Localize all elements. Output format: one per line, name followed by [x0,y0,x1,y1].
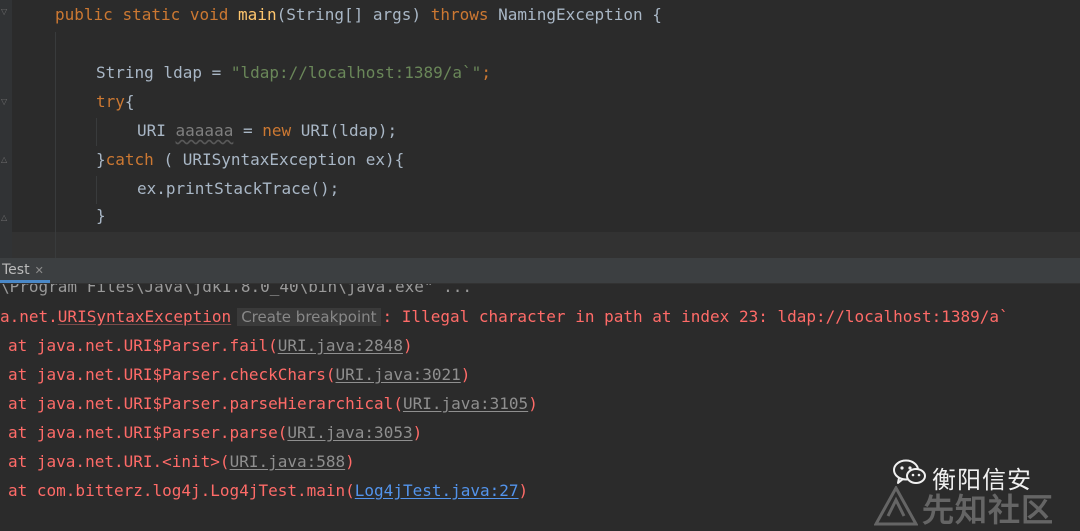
stack-trace-line: at java.net.URI$Parser.parseHierarchical… [8,393,538,415]
keyword-public: public [55,5,113,24]
brace: } [96,206,106,225]
source-link[interactable]: Log4jTest.java:27 [355,481,519,500]
method-params: (String[] args) [276,5,422,24]
fold-marker-icon[interactable]: △ [1,155,9,164]
stack-frame-text: at java.net.URI$Parser.parseHierarchical… [8,394,403,413]
keyword-void: void [189,5,229,24]
exception-prefix: a.net. [0,307,58,326]
console-exception-line: a.net.URISyntaxException Create breakpoin… [0,306,1009,328]
method-name: main [238,5,277,24]
keyword-try: try [96,92,125,111]
stack-trace-line: at java.net.URI$Parser.checkChars(URI.ja… [8,364,470,386]
unused-variable: aaaaaa [175,121,234,140]
indent-guide [96,176,97,204]
close-icon[interactable]: ✕ [35,264,44,277]
code-line-uri-new[interactable]: URI aaaaaa = new URI(ldap); [137,119,397,143]
assign: = [233,121,263,140]
paren: ) [518,481,529,500]
stack-frame-text: at java.net.URI.<init>( [8,452,230,471]
stack-trace-line: at java.net.URI.<init>(URI.java:588) [8,451,355,473]
paren: ) [402,336,413,355]
source-link[interactable]: URI.java:588 [230,452,346,471]
editor-gutter: ▽ ▽ △ △ [0,0,12,258]
keyword-throws: throws [430,5,489,24]
fold-marker-icon[interactable]: △ [1,213,9,222]
paren: ) [528,394,538,413]
source-link[interactable]: URI.java:3021 [336,365,461,384]
code-line-try[interactable]: try{ [96,90,135,114]
code-line-close-brace[interactable]: } [96,204,106,228]
exception-message: : Illegal character in path at index 23:… [382,307,1009,326]
paren: ) [345,452,355,471]
source-link[interactable]: URI.java:2848 [278,336,403,355]
brace: } [96,150,106,169]
code-line-method-signature[interactable]: public static void main(String[] args) t… [55,3,662,27]
stack-trace-line: at java.net.URI$Parser.fail(URI.java:284… [8,335,413,357]
constructor-call: URI(ldap); [291,121,398,140]
fold-marker-icon[interactable]: ▽ [1,7,9,16]
keyword-new: new [262,121,292,140]
source-link[interactable]: URI.java:3105 [403,394,528,413]
source-link[interactable]: URI.java:3053 [287,423,412,442]
watermark-site: 先知社区 [922,491,1055,529]
run-tab[interactable]: Test ✕ [0,258,50,283]
wechat-logo-icon [893,459,926,484]
stack-trace-line: at java.net.URI$Parser.parse(URI.java:30… [8,422,422,444]
stack-frame-text: at java.net.URI$Parser.checkChars( [8,365,336,384]
code-line-print-stack[interactable]: ex.printStackTrace(); [137,177,339,201]
paren: ) [412,423,423,442]
semicolon: ; [481,63,491,82]
stack-frame-text: at java.net.URI$Parser.parse( [8,423,288,442]
paren: ) [460,365,471,384]
code-line-catch[interactable]: }catch ( URISyntaxException ex){ [96,148,404,172]
string-declaration: String ldap = [96,63,231,82]
brace: { [124,92,135,111]
keyword-static: static [122,5,181,24]
run-console[interactable]: \Program Files\Java\jdk1.8.0_40\bin\java… [0,284,1080,526]
stack-frame-text: at java.net.URI$Parser.fail( [8,336,278,355]
current-line-highlight [12,232,1080,258]
indent-guide [96,118,97,146]
stack-trace-line: at com.bitterz.log4j.Log4jTest.main(Log4… [8,480,528,502]
run-tab-label: Test [2,262,30,278]
string-literal: "ldap://localhost:1389/a`" [230,63,482,82]
run-panel-header: Test ✕ [0,258,1080,284]
xianzhi-logo-icon [874,486,918,526]
uri-type: URI [137,121,176,140]
fold-marker-icon[interactable]: ▽ [1,97,9,106]
exception-class-link[interactable]: URISyntaxException [58,307,231,326]
console-command-line[interactable]: \Program Files\Java\jdk1.8.0_40\bin\java… [0,284,472,298]
throws-exception: NamingException { [498,5,662,24]
code-editor[interactable]: ▽ ▽ △ △ public static void main(String[]… [0,0,1080,258]
print-stack-trace-call: ex.printStackTrace(); [137,179,340,198]
create-breakpoint-button[interactable]: Create breakpoint [237,308,381,326]
indent-guide [55,32,56,258]
catch-clause: ( URISyntaxException ex){ [153,150,405,169]
code-line-ldap-string[interactable]: String ldap = "ldap://localhost:1389/a`"… [96,61,491,85]
stack-frame-text: at com.bitterz.log4j.Log4jTest.main( [8,481,355,500]
keyword-catch: catch [105,150,154,169]
